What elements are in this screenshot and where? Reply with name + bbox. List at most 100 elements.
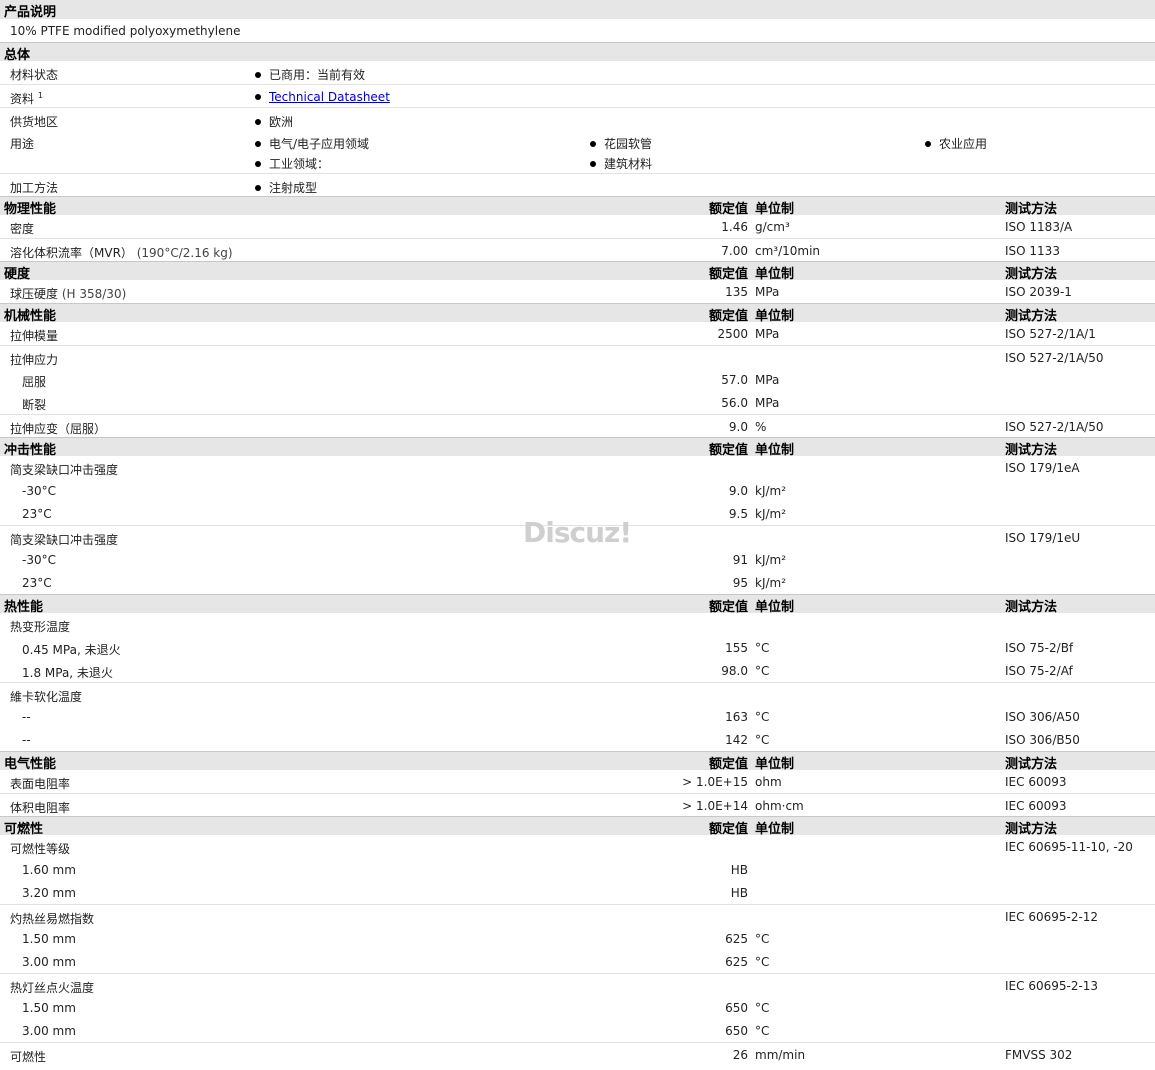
property-label: 简支梁缺口冲击强度 bbox=[10, 531, 118, 548]
property-label: 3.00 mm bbox=[22, 1024, 76, 1038]
property-label: -- bbox=[22, 733, 31, 747]
property-label: 1.60 mm bbox=[22, 863, 76, 877]
property-unit: °C bbox=[755, 710, 770, 724]
footnote-marker: 1 bbox=[37, 91, 43, 100]
property-value: 650 bbox=[725, 1024, 748, 1038]
property-label-text: 拉伸应力 bbox=[10, 353, 59, 367]
technical-datasheet-link[interactable]: Technical Datasheet bbox=[269, 90, 390, 104]
property-unit: g/cm³ bbox=[755, 220, 790, 234]
property-label-text: 1.8 MPa, 未退火 bbox=[22, 666, 113, 680]
bullet-icon bbox=[590, 140, 596, 147]
bullet-text: 注射成型 bbox=[269, 181, 318, 195]
property-value: 56.0 bbox=[721, 396, 748, 410]
property-value: 95 bbox=[732, 576, 748, 590]
row-label: 用途 bbox=[10, 137, 35, 151]
material-status-row: 材料状态 已商用：当前有效 bbox=[0, 61, 1155, 84]
section-header-thermal: 热性能 额定值 单位制 测试方法 bbox=[0, 594, 1155, 615]
property-value: 142 bbox=[725, 733, 748, 747]
property-unit: MPa bbox=[755, 396, 780, 410]
bullet-item: Technical Datasheet bbox=[255, 90, 390, 104]
property-row: 可燃性 26 mm/min FMVSS 302 bbox=[0, 1042, 1155, 1065]
property-label-text: 23°C bbox=[22, 576, 52, 590]
property-label-text: 23°C bbox=[22, 507, 52, 521]
property-test-method: FMVSS 302 bbox=[1005, 1048, 1073, 1062]
property-value: 9.5 bbox=[728, 507, 748, 521]
property-row: 溶化体积流率（MVR） (190°C/2.16 kg) 7.00 cm³/10min… bbox=[0, 238, 1155, 261]
bullet-item: 花园软管 bbox=[590, 135, 652, 152]
property-unit: MPa bbox=[755, 285, 780, 299]
property-unit: kJ/m² bbox=[755, 576, 787, 590]
property-row: 热变形温度 bbox=[0, 613, 1155, 636]
property-label: 拉伸应力 bbox=[10, 351, 58, 368]
property-condition: (190°C/2.16 kg) bbox=[136, 246, 233, 260]
property-label-text: 可燃性等级 bbox=[10, 842, 71, 856]
property-label-text: 断裂 bbox=[22, 398, 47, 412]
bullet-text: 农业应用 bbox=[939, 137, 988, 151]
property-label-text: 球压硬度 bbox=[10, 287, 59, 301]
property-value: 98.0 bbox=[721, 664, 748, 678]
property-value: HB bbox=[730, 863, 748, 877]
bullet-icon bbox=[255, 93, 261, 100]
bullet-text: 花园软管 bbox=[604, 137, 653, 151]
property-row: 3.00 mm 625 °C bbox=[0, 950, 1155, 973]
property-value: 1.46 bbox=[721, 220, 748, 234]
property-test-method: IEC 60093 bbox=[1005, 799, 1067, 813]
property-label-text: 1.50 mm bbox=[22, 932, 76, 946]
property-label-text: 3.00 mm bbox=[22, 1024, 76, 1038]
property-value: 9.0 bbox=[728, 484, 748, 498]
property-label-text: 拉伸模量 bbox=[10, 329, 59, 343]
property-label-text: 溶化体积流率（MVR） bbox=[10, 246, 133, 260]
property-value: 625 bbox=[725, 932, 748, 946]
bullet-text: 工业领域： bbox=[269, 157, 330, 171]
property-label: 可燃性等级 bbox=[10, 840, 70, 857]
property-test-method: ISO 2039-1 bbox=[1005, 285, 1072, 299]
property-unit: kJ/m² bbox=[755, 484, 787, 498]
property-label-text: 热变形温度 bbox=[10, 620, 71, 634]
property-value: 7.00 bbox=[721, 244, 748, 258]
bullet-item: 建筑材料 bbox=[590, 155, 652, 172]
bullet-text: 欧洲 bbox=[269, 115, 294, 129]
property-label-text: -- bbox=[22, 733, 31, 747]
property-label: 拉伸模量 bbox=[10, 327, 58, 344]
property-sections: 物理性能 额定值 单位制 测试方法 密度 1.46 g/cm³ ISO 1183/A 溶化体积流… bbox=[0, 196, 1155, 1065]
property-unit: °C bbox=[755, 1001, 770, 1015]
property-unit: °C bbox=[755, 932, 770, 946]
property-label: 可燃性 bbox=[10, 1048, 46, 1065]
property-row: -- 142 °C ISO 306/B50 bbox=[0, 728, 1155, 751]
property-row: 拉伸应变（屈服） 9.0% ISO 527-2/1A/50 bbox=[0, 414, 1155, 437]
bullet-text: 已商用：当前有效 bbox=[269, 68, 366, 82]
row-label-text: 资料 bbox=[10, 92, 35, 106]
property-label: 屈服 bbox=[22, 373, 46, 390]
property-row: -- 163 °C ISO 306/A50 bbox=[0, 705, 1155, 728]
property-label-text: 1.60 mm bbox=[22, 863, 76, 877]
row-label: 加工方法 bbox=[10, 181, 59, 195]
property-row: 23°C 95 kJ/m² bbox=[0, 571, 1155, 594]
property-label-text: 灼热丝易燃指数 bbox=[10, 912, 95, 926]
document-row: 资料 1 Technical Datasheet bbox=[0, 84, 1155, 107]
bullet-icon bbox=[255, 118, 261, 125]
property-label: 球压硬度 (H 358/30) bbox=[10, 285, 126, 302]
property-value: 9.0 bbox=[728, 420, 748, 434]
bullet-item: 欧洲 bbox=[255, 113, 293, 130]
property-row: 3.20 mm HB bbox=[0, 881, 1155, 904]
property-row: 灼热丝易燃指数 IEC 60695-2-12 bbox=[0, 904, 1155, 927]
property-value: 155 bbox=[725, 641, 748, 655]
property-test-method: IEC 60695-2-13 bbox=[1005, 979, 1099, 993]
bullet-item: 工业领域： bbox=[255, 155, 329, 172]
property-condition: (H 358/30) bbox=[61, 287, 127, 301]
property-value: 650 bbox=[725, 1001, 748, 1015]
property-value: 91 bbox=[732, 553, 748, 567]
property-value: 163 bbox=[725, 710, 748, 724]
property-row: 热灯丝点火温度 IEC 60695-2-13 bbox=[0, 973, 1155, 996]
property-label-text: -30°C bbox=[22, 484, 56, 498]
watermark: Discuz! bbox=[523, 516, 632, 549]
property-unit: MPa bbox=[755, 373, 780, 387]
property-value: 57.0 bbox=[721, 373, 748, 387]
region-row: 供货地区 欧洲 bbox=[0, 107, 1155, 130]
property-row: 可燃性等级 IEC 60695-11-10, -20 bbox=[0, 835, 1155, 858]
property-row: 密度 1.46 g/cm³ ISO 1183/A bbox=[0, 215, 1155, 238]
property-unit: °C bbox=[755, 955, 770, 969]
property-label: -30°C bbox=[22, 484, 56, 498]
product-description: 10% PTFE modified polyoxymethylene bbox=[10, 24, 241, 38]
property-label: 3.00 mm bbox=[22, 955, 76, 969]
